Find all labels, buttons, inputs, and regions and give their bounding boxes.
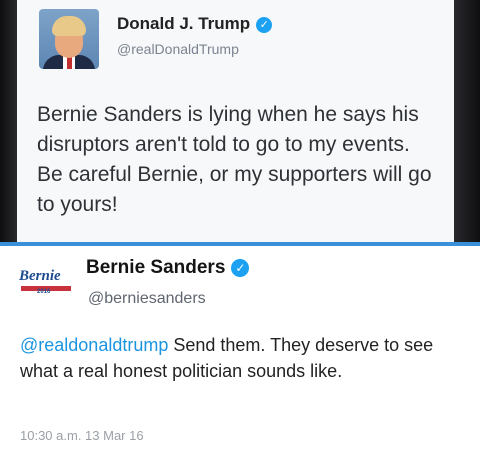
mention-link[interactable]: @realdonaldtrump [20,335,168,355]
bernie-display-name[interactable]: Bernie Sanders ✓ [86,257,250,279]
bernie-handle[interactable]: @berniesanders [88,290,206,308]
frame-edge-right [454,0,480,244]
trump-handle[interactable]: @realDonaldTrump [117,41,239,57]
verified-badge-icon: ✓ [256,17,273,33]
trump-avatar[interactable] [39,9,99,69]
bernie-name-text: Bernie Sanders [86,257,226,278]
trump-tweet-card[interactable]: Donald J. Trump ✓ @realDonaldTrump Bernie… [17,0,454,244]
frame-edge-left [0,0,17,244]
bernie-tweet-text: @realdonaldtrump Send them. They deserve… [20,332,460,384]
bernie-tweet-timestamp[interactable]: 10:30 a.m. 13 Mar 16 [20,428,144,443]
blue-separator [0,242,480,246]
bernie-logo-word: Bernie [19,268,61,284]
bernie-avatar[interactable]: Bernie 2016 [17,268,75,298]
bernie-logo-year: 2016 [37,289,51,295]
verified-badge-icon: ✓ [231,259,250,277]
trump-name-text: Donald J. Trump [117,14,251,33]
trump-display-name[interactable]: Donald J. Trump ✓ [117,14,273,34]
trump-tweet-text: Bernie Sanders is lying when he says his… [37,103,432,216]
